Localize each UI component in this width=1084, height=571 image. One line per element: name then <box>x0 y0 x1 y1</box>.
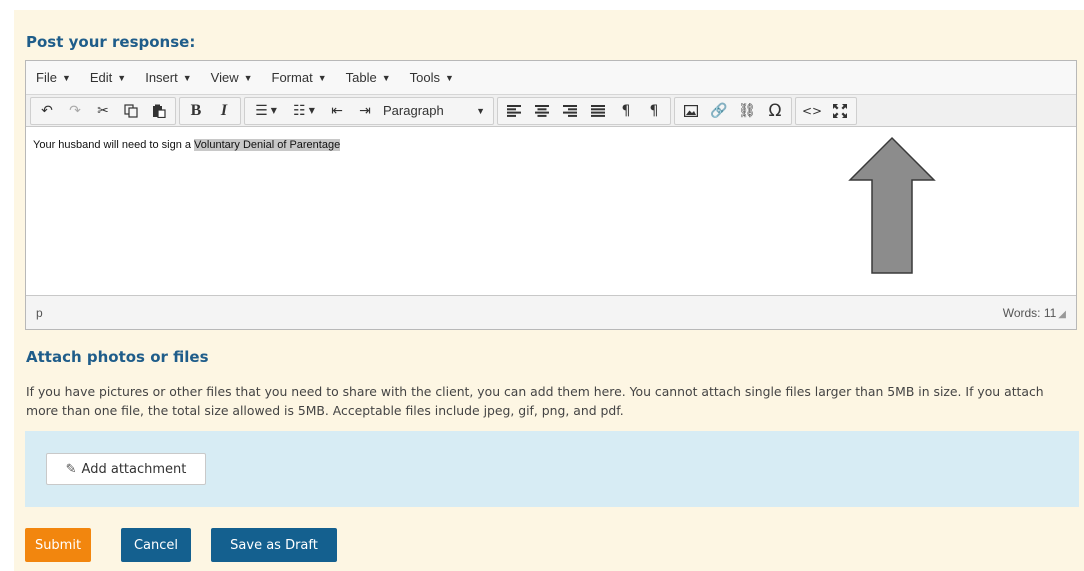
menu-format[interactable]: Format ▼ <box>272 70 327 85</box>
editor-menubar: File ▼ Edit ▼ Insert ▼ View ▼ Format ▼ Table ▼… <box>26 61 1076 95</box>
menu-label: Insert <box>145 70 178 85</box>
bold-button[interactable]: B <box>183 99 209 123</box>
caret-down-icon: ▼ <box>117 72 127 83</box>
paperclip-icon: ✎ <box>65 461 77 477</box>
undo-icon[interactable]: ↶ <box>34 99 60 123</box>
italic-button[interactable]: I <box>211 99 237 123</box>
insert-group: 🔗 ⛓ Ω <box>674 96 792 125</box>
justify-icon[interactable] <box>585 99 611 123</box>
list-group: ☰ ▼ ☷ ▼ ⇤ ⇥ Paragraph ▼ <box>244 96 494 125</box>
caret-down-icon: ▼ <box>243 72 253 83</box>
menu-label: Table <box>345 70 377 85</box>
menu-tools[interactable]: Tools ▼ <box>410 70 454 85</box>
menu-label: Format <box>271 70 313 85</box>
selected-text[interactable]: Voluntary Denial of Parentage <box>194 139 341 151</box>
menu-label: View <box>210 70 239 85</box>
element-path[interactable]: p <box>36 306 43 320</box>
ltr-icon[interactable]: ¶ <box>613 99 639 123</box>
caret-down-icon: ▼ <box>317 72 327 83</box>
add-attachment-label: Add attachment <box>81 461 187 477</box>
menu-label: Tools <box>409 70 440 85</box>
numbered-list-icon[interactable]: ☷ ▼ <box>286 99 322 123</box>
caret-down-icon: ▼ <box>182 72 192 83</box>
source-code-icon[interactable]: <> <box>799 99 825 123</box>
redo-icon[interactable]: ↷ <box>62 99 88 123</box>
format-select[interactable]: Paragraph ▼ <box>379 99 491 123</box>
outdent-icon[interactable]: ⇤ <box>324 99 350 123</box>
indent-icon[interactable]: ⇥ <box>352 99 378 123</box>
editor-statusbar: p Words: 11 ◢ <box>26 295 1076 329</box>
special-char-icon[interactable]: Ω <box>762 99 788 123</box>
fullscreen-icon[interactable] <box>827 99 853 123</box>
rtl-icon[interactable]: ¶ <box>641 99 667 123</box>
menu-table[interactable]: Table ▼ <box>346 70 391 85</box>
menu-label: Edit <box>89 70 113 85</box>
resize-handle-icon[interactable]: ◢ <box>1058 309 1066 320</box>
cancel-button[interactable]: Cancel <box>121 528 191 562</box>
cut-icon[interactable]: ✂ <box>90 99 116 123</box>
menu-edit[interactable]: Edit ▼ <box>90 70 126 85</box>
content-text: Your husband will need to sign a <box>33 139 195 151</box>
menu-file[interactable]: File ▼ <box>36 70 71 85</box>
attachment-area: ✎ Add attachment <box>25 431 1079 507</box>
menu-label: File <box>36 70 57 85</box>
editor-toolbar: ↶ ↷ ✂ B I ☰ ▼ ☷ ▼ ⇤ ⇥ Paragraph ▼ ¶ ¶ 🔗 … <box>26 95 1076 127</box>
menu-view[interactable]: View ▼ <box>211 70 253 85</box>
submit-button[interactable]: Submit <box>25 528 91 562</box>
attach-heading: Attach photos or files <box>26 348 209 366</box>
align-left-icon[interactable] <box>501 99 527 123</box>
align-right-icon[interactable] <box>557 99 583 123</box>
image-icon[interactable] <box>678 99 704 123</box>
view-group: <> <box>795 96 857 125</box>
unlink-icon[interactable]: ⛓ <box>734 99 760 123</box>
add-attachment-button[interactable]: ✎ Add attachment <box>46 453 206 485</box>
caret-down-icon: ▼ <box>381 72 391 83</box>
paste-icon[interactable] <box>146 99 172 123</box>
caret-down-icon: ▼ <box>61 72 71 83</box>
style-group: B I <box>179 96 241 125</box>
history-group: ↶ ↷ ✂ <box>30 96 176 125</box>
bullet-list-icon[interactable]: ☰ ▼ <box>248 99 284 123</box>
format-select-value: Paragraph <box>383 103 444 118</box>
copy-icon[interactable] <box>118 99 144 123</box>
align-center-icon[interactable] <box>529 99 555 123</box>
attach-description: If you have pictures or other files that… <box>26 384 1044 418</box>
word-count: Words: 11 <box>1002 305 1057 320</box>
align-group: ¶ ¶ <box>497 96 671 125</box>
post-response-heading: Post your response: <box>26 33 196 51</box>
save-draft-button[interactable]: Save as Draft <box>211 528 337 562</box>
link-icon[interactable]: 🔗 <box>706 99 732 123</box>
menu-insert[interactable]: Insert ▼ <box>145 70 191 85</box>
word-count-wrap: Words: 11 ◢ <box>1003 306 1066 320</box>
caret-down-icon: ▼ <box>444 72 454 83</box>
up-arrow-annotation-icon <box>848 136 936 274</box>
caret-down-icon: ▼ <box>476 105 485 116</box>
